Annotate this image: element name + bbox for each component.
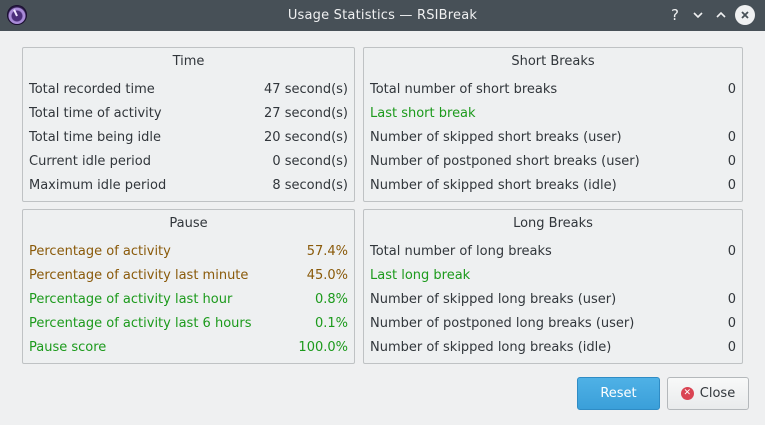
stat-value: 57.4% (306, 243, 348, 259)
stat-label: Total time of activity (29, 105, 162, 121)
stat-row: Total number of long breaks 0 (370, 241, 736, 261)
stat-value: 0 (727, 129, 736, 145)
close-button-label: Close (699, 386, 736, 401)
stat-row: Number of postponed short breaks (user) … (370, 151, 736, 171)
stat-row: Total time of activity 27 second(s) (29, 103, 348, 123)
short-breaks-group-title: Short Breaks (511, 54, 595, 69)
stat-value: 8 second(s) (272, 177, 348, 193)
stat-row: Percentage of activity last 6 hours 0.1% (29, 313, 348, 333)
stat-row: Number of skipped short breaks (idle) 0 (370, 175, 736, 195)
close-icon[interactable] (735, 5, 755, 25)
stat-value: 0 (727, 243, 736, 259)
stat-row: Total number of short breaks 0 (370, 79, 736, 99)
stat-row: Number of postponed long breaks (user) 0 (370, 313, 736, 333)
stat-row: Number of skipped long breaks (idle) 0 (370, 337, 736, 357)
window-title: Usage Statistics — RSIBreak (287, 8, 478, 23)
stat-value: 45.0% (306, 267, 348, 283)
stat-label: Last long break (370, 267, 471, 283)
stat-value: 0 second(s) (272, 153, 348, 169)
stat-label: Number of skipped long breaks (idle) (370, 339, 612, 355)
stat-row: Percentage of activity 57.4% (29, 241, 348, 261)
stat-label: Maximum idle period (29, 177, 167, 193)
long-breaks-group-title: Long Breaks (513, 216, 593, 231)
stat-label: Number of postponed short breaks (user) (370, 153, 640, 169)
stat-row: Current idle period 0 second(s) (29, 151, 348, 171)
stat-label: Percentage of activity (29, 243, 171, 259)
stat-row: Last long break (370, 265, 736, 285)
stat-row: Last short break (370, 103, 736, 123)
stat-value: 100.0% (298, 339, 348, 355)
stat-label: Percentage of activity last minute (29, 267, 249, 283)
stat-row: Number of skipped long breaks (user) 0 (370, 289, 736, 309)
stat-value: 0.8% (314, 291, 348, 307)
stat-label: Total number of long breaks (370, 243, 552, 259)
stat-value: 0 (727, 315, 736, 331)
time-group-title: Time (172, 54, 205, 69)
time-group: Time Total recorded time 47 second(s) To… (22, 47, 355, 202)
stat-value: 0 (727, 291, 736, 307)
stat-value: 0.1% (314, 315, 348, 331)
help-icon[interactable]: ? (665, 5, 685, 25)
stat-row: Percentage of activity last minute 45.0% (29, 265, 348, 285)
stat-label: Percentage of activity last hour (29, 291, 233, 307)
stat-row: Percentage of activity last hour 0.8% (29, 289, 348, 309)
stat-row: Total recorded time 47 second(s) (29, 79, 348, 99)
maximize-icon[interactable] (711, 5, 731, 25)
pause-group: Pause Percentage of activity 57.4% Perce… (22, 209, 355, 364)
stat-value: 0 (727, 153, 736, 169)
short-breaks-group: Short Breaks Total number of short break… (363, 47, 743, 202)
stat-label: Number of postponed long breaks (user) (370, 315, 635, 331)
title-bar: Usage Statistics — RSIBreak ? (0, 0, 765, 31)
stat-label: Number of skipped short breaks (user) (370, 129, 622, 145)
stat-value: 0 (727, 177, 736, 193)
stat-row: Number of skipped short breaks (user) 0 (370, 127, 736, 147)
stat-label: Total recorded time (29, 81, 155, 97)
stat-value: 27 second(s) (264, 105, 348, 121)
rsibreak-app-icon[interactable] (7, 5, 27, 25)
stat-label: Total number of short breaks (370, 81, 558, 97)
stat-label: Total time being idle (29, 129, 161, 145)
stat-label: Number of skipped short breaks (idle) (370, 177, 617, 193)
stat-label: Pause score (29, 339, 107, 355)
stat-label: Last short break (370, 105, 476, 121)
reset-button[interactable]: Reset (577, 377, 660, 410)
minimize-icon[interactable] (688, 5, 708, 25)
close-button[interactable]: ✕ Close (667, 377, 749, 410)
stat-label: Current idle period (29, 153, 151, 169)
reset-button-label: Reset (600, 386, 637, 401)
stat-value: 0 (727, 81, 736, 97)
stat-row: Total time being idle 20 second(s) (29, 127, 348, 147)
stat-label: Number of skipped long breaks (user) (370, 291, 617, 307)
stat-label: Percentage of activity last 6 hours (29, 315, 252, 331)
stat-row: Maximum idle period 8 second(s) (29, 175, 348, 195)
stat-value: 20 second(s) (264, 129, 348, 145)
stat-value: 0 (727, 339, 736, 355)
dialog-close-icon: ✕ (680, 387, 694, 400)
stat-row: Pause score 100.0% (29, 337, 348, 357)
stat-value: 47 second(s) (264, 81, 348, 97)
pause-group-title: Pause (169, 216, 208, 231)
long-breaks-group: Long Breaks Total number of long breaks … (363, 209, 743, 364)
